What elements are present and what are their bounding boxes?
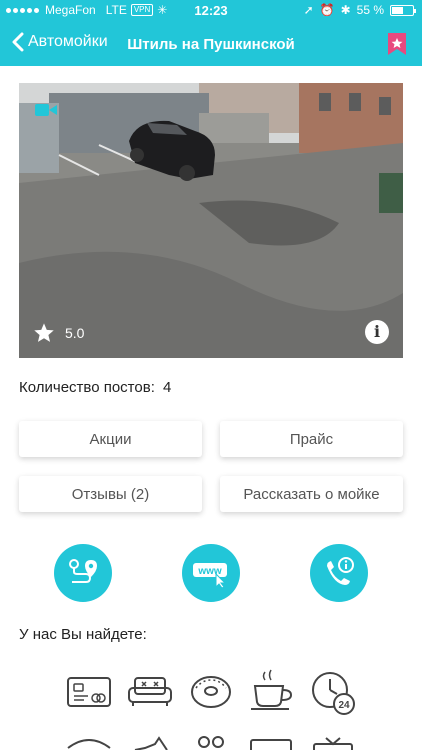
carwash-photo[interactable]: 5.0 i [19, 83, 403, 358]
location-icon: ➚ [303, 3, 314, 17]
star-icon [34, 323, 54, 342]
bookmark-icon [388, 33, 406, 55]
svg-text:www: www [197, 566, 222, 577]
camera-icon [35, 103, 57, 117]
dog-icon [125, 736, 175, 750]
battery-label: 55 % [356, 3, 384, 17]
top-bar: MegaFon LTE VPN ✳ 12:23 ➚ ⏰ ✱ 55 % Автом… [0, 0, 422, 66]
card-payment-icon [64, 666, 114, 716]
prices-button[interactable]: Прайс [220, 421, 403, 457]
reviews-button[interactable]: Отзывы (2) [19, 476, 202, 512]
status-bar: MegaFon LTE VPN ✳ 12:23 ➚ ⏰ ✱ 55 % [0, 0, 422, 20]
bluetooth-icon: ✱ [340, 3, 351, 17]
rating-value: 5.0 [65, 325, 85, 341]
www-icon: www [193, 563, 227, 588]
svg-text:24: 24 [338, 700, 350, 711]
amenities-title: У нас Вы найдете: [19, 626, 147, 643]
alarm-icon: ⏰ [319, 3, 335, 17]
24-hours-icon: 24 [308, 666, 358, 716]
nav-bar: Автомойки Штиль на Пушкинской [0, 24, 422, 64]
posts-count: 4 [163, 379, 172, 396]
donut-icon [186, 666, 236, 716]
rating: 5.0 [33, 322, 84, 344]
bookmark-button[interactable] [386, 32, 408, 56]
posts-info: Количество постов: 4 [19, 379, 171, 396]
battery-fill [392, 6, 403, 14]
phone-info-icon [327, 557, 354, 585]
parking-lot-image [19, 83, 403, 358]
promotions-button[interactable]: Акции [19, 421, 202, 457]
route-icon [69, 559, 97, 583]
status-right: ➚ ⏰ ✱ 55 % [303, 3, 416, 17]
page-title: Штиль на Пушкинской [127, 36, 295, 53]
call-button[interactable] [310, 544, 368, 602]
tell-about-button[interactable]: Рассказать о мойке [220, 476, 403, 512]
battery-icon [390, 4, 416, 16]
route-button[interactable] [54, 544, 112, 602]
coffee-cup-icon [247, 666, 297, 716]
people-icon [186, 736, 236, 750]
posts-label: Количество постов: [19, 379, 155, 396]
terminal-icon [247, 736, 297, 750]
tv-icon [308, 736, 358, 750]
website-button[interactable]: www [182, 544, 240, 602]
wifi-icon [64, 736, 114, 750]
info-button[interactable]: i [365, 320, 389, 344]
sofa-icon [125, 666, 175, 716]
